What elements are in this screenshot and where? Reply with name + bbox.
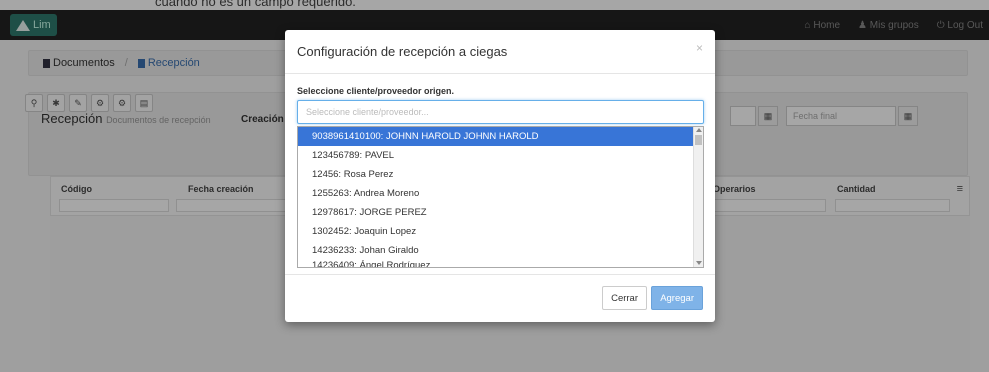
client-provider-label: Seleccione cliente/proveedor origen. <box>297 86 455 96</box>
close-icon[interactable]: × <box>696 41 703 55</box>
dropdown-option-partial[interactable]: 14236409: Ángel Rodríguez <box>298 260 695 267</box>
dropdown-option[interactable]: 1255263: Andrea Moreno <box>298 184 695 203</box>
client-provider-dropdown: 9038961410100: JOHNN HAROLD JOHNN HAROLD… <box>297 126 704 268</box>
add-button[interactable]: Agregar <box>651 286 703 310</box>
client-provider-search-input[interactable] <box>297 100 704 124</box>
modal-header: Configuración de recepción a ciegas × <box>285 30 715 74</box>
blind-reception-modal: Configuración de recepción a ciegas × Se… <box>285 30 715 322</box>
close-button[interactable]: Cerrar <box>602 286 647 310</box>
modal-title: Configuración de recepción a ciegas <box>297 44 508 59</box>
scrollbar-thumb[interactable] <box>695 135 702 145</box>
dropdown-option[interactable]: 123456789: PAVEL <box>298 146 695 165</box>
dropdown-option-selected[interactable]: 9038961410100: JOHNN HAROLD JOHNN HAROLD <box>298 127 695 146</box>
dropdown-option[interactable]: 14236233: Johan Giraldo <box>298 241 695 260</box>
dropdown-options: 9038961410100: JOHNN HAROLD JOHNN HAROLD… <box>298 127 695 267</box>
scroll-up-icon[interactable] <box>696 128 702 132</box>
dropdown-option[interactable]: 1302452: Joaquin Lopez <box>298 222 695 241</box>
dropdown-option[interactable]: 12456: Rosa Perez <box>298 165 695 184</box>
dropdown-option[interactable]: 12978617: JORGE PEREZ <box>298 203 695 222</box>
page: cuando no es un campo requerido. Lim ⌂ H… <box>0 0 989 372</box>
dropdown-scrollbar[interactable] <box>693 127 703 267</box>
scroll-down-icon[interactable] <box>696 261 702 265</box>
modal-footer: Cerrar Agregar <box>285 274 715 322</box>
